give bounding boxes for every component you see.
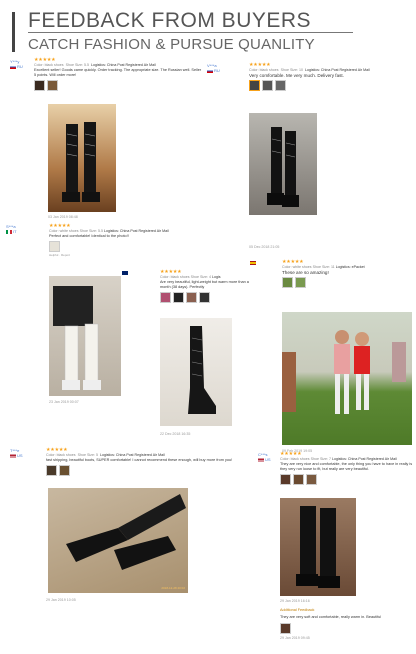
- review-date: 23 Jan 2019 00:07: [49, 400, 79, 404]
- flag-icon: [122, 270, 128, 275]
- additional-feedback-date: 29 Jan 2019 09:45: [280, 636, 310, 640]
- review-text: These are so amazing!: [282, 270, 329, 275]
- page-subtitle: CATCH FASHION & PURSUE QUANLITY: [28, 36, 315, 53]
- review-date: 22 Dec 2018 16:35: [160, 432, 191, 436]
- photo-thumbnail[interactable]: [47, 80, 58, 91]
- photo-thumbnail[interactable]: [59, 465, 70, 476]
- review-card: T***e US ★★★★★ Color: black shoes Shoe S…: [10, 448, 270, 608]
- flag-icon: [6, 229, 12, 234]
- review-text: Very comfortable. Me very much. Delivery…: [249, 73, 344, 78]
- review-date: 29 Jan 2019 16:16: [280, 599, 310, 603]
- photo-thumbnail[interactable]: [173, 292, 184, 303]
- reviewer-country: IT: [13, 229, 17, 234]
- review-thumbnails: [160, 292, 256, 303]
- review-photo[interactable]: [48, 104, 116, 212]
- photo-thumbnail[interactable]: [293, 474, 304, 485]
- review-date: 29 Jan 2019 10:05: [46, 598, 76, 602]
- boots-image: [53, 286, 101, 390]
- reviewer-info: [250, 260, 257, 265]
- reviewer-country: RU: [214, 68, 220, 73]
- review-card: V***a RU ★★★★★ Color: black shoes Shoe S…: [205, 62, 415, 252]
- reviewer-country: US: [265, 457, 271, 462]
- review-thumbnails: [49, 241, 136, 252]
- header-divider: [28, 32, 353, 33]
- additional-feedback-label: Additional Feedback: [280, 608, 315, 612]
- photo-thumbnail[interactable]: [199, 292, 210, 303]
- review-text: Are very beautiful, light-weight but war…: [160, 280, 249, 289]
- flag-icon: [10, 64, 16, 69]
- review-photo[interactable]: [280, 498, 356, 596]
- review-text: They are very nice and comfortable, the …: [280, 462, 413, 471]
- people-image: [282, 330, 406, 414]
- review-thumbnails: [282, 277, 415, 288]
- photo-thumbnail[interactable]: [282, 277, 293, 288]
- review-photo[interactable]: [249, 113, 317, 215]
- review-card: ★★★★★ Color: black shoes Shoe Size: 4 Lo…: [122, 264, 257, 444]
- page-title: FEEDBACK FROM BUYERS: [28, 9, 312, 32]
- helpful-button[interactable]: Helpful: [49, 253, 58, 257]
- review-photo[interactable]: [160, 318, 232, 426]
- review-thumbnails: [46, 465, 268, 476]
- reviewer-country: US: [17, 453, 23, 458]
- photo-thumbnail[interactable]: [34, 80, 45, 91]
- review-thumbnails: [249, 80, 414, 91]
- review-text: Excellent seller! Goods came quickly. Or…: [34, 68, 202, 77]
- review-thumbnails: [280, 474, 415, 485]
- photo-thumbnail[interactable]: [249, 80, 260, 91]
- review-card: S***a IT ★★★★★ Color: white shoes Shoe S…: [6, 224, 169, 414]
- reviewer-info: Y***y RU: [10, 59, 23, 69]
- boots-image: [267, 127, 299, 207]
- photo-thumbnail[interactable]: [49, 241, 60, 252]
- photo-timestamp: 2018-12-28 20:02: [161, 586, 185, 590]
- review-date: 03 Jan 2019 08:48: [48, 215, 78, 219]
- photo-thumbnail[interactable]: [295, 277, 306, 288]
- review-actions: Helpful · Report: [49, 253, 71, 257]
- flag-icon: [250, 260, 256, 265]
- reviewer-info: S***a IT: [6, 224, 17, 234]
- photo-thumbnail[interactable]: [160, 292, 171, 303]
- review-date: 05 Dec 2018 21:05: [249, 245, 280, 249]
- photo-thumbnail[interactable]: [186, 292, 197, 303]
- boots-image: [66, 494, 186, 570]
- photo-thumbnail[interactable]: [46, 465, 57, 476]
- review-photo[interactable]: [282, 312, 412, 445]
- photo-thumbnail[interactable]: [280, 474, 291, 485]
- review-text: fast shipping, beautiful boots, SUPER co…: [46, 458, 233, 462]
- reviewer-info: V***a RU: [207, 63, 220, 73]
- reviewer-info: T***e US: [10, 448, 23, 458]
- flag-icon: [207, 68, 213, 73]
- review-text: Perfect and comfortable! Identical to th…: [49, 234, 129, 238]
- review-card: ★★★★★ Color: white shoes Shoe Size: 11 L…: [250, 254, 416, 454]
- review-thumbnails: [34, 80, 204, 91]
- photo-thumbnail[interactable]: [262, 80, 273, 91]
- additional-feedback-text: They are very soft and comfortable, real…: [280, 615, 382, 619]
- review-card: Y***y RU ★★★★★ Color: black shoes Shoe S…: [10, 58, 205, 223]
- reviewer-info: C***s US: [258, 452, 271, 462]
- reviewer-country: RU: [17, 64, 23, 69]
- flag-icon: [10, 453, 16, 458]
- boots-image: [62, 122, 100, 202]
- review-card: C***s US ★★★★★ Color: black shoes Shoe S…: [258, 452, 416, 647]
- boots-image: [296, 506, 340, 588]
- flag-icon: [258, 457, 264, 462]
- photo-thumbnail[interactable]: [306, 474, 317, 485]
- photo-thumbnail[interactable]: [280, 623, 291, 634]
- boots-image: [188, 326, 216, 414]
- header-accent-bar: [12, 12, 15, 52]
- report-button[interactable]: Report: [61, 253, 70, 257]
- review-photo[interactable]: 2018-12-28 20:02: [48, 488, 188, 593]
- reviewer-info: [122, 270, 129, 275]
- review-photo[interactable]: [49, 276, 121, 396]
- photo-thumbnail[interactable]: [275, 80, 286, 91]
